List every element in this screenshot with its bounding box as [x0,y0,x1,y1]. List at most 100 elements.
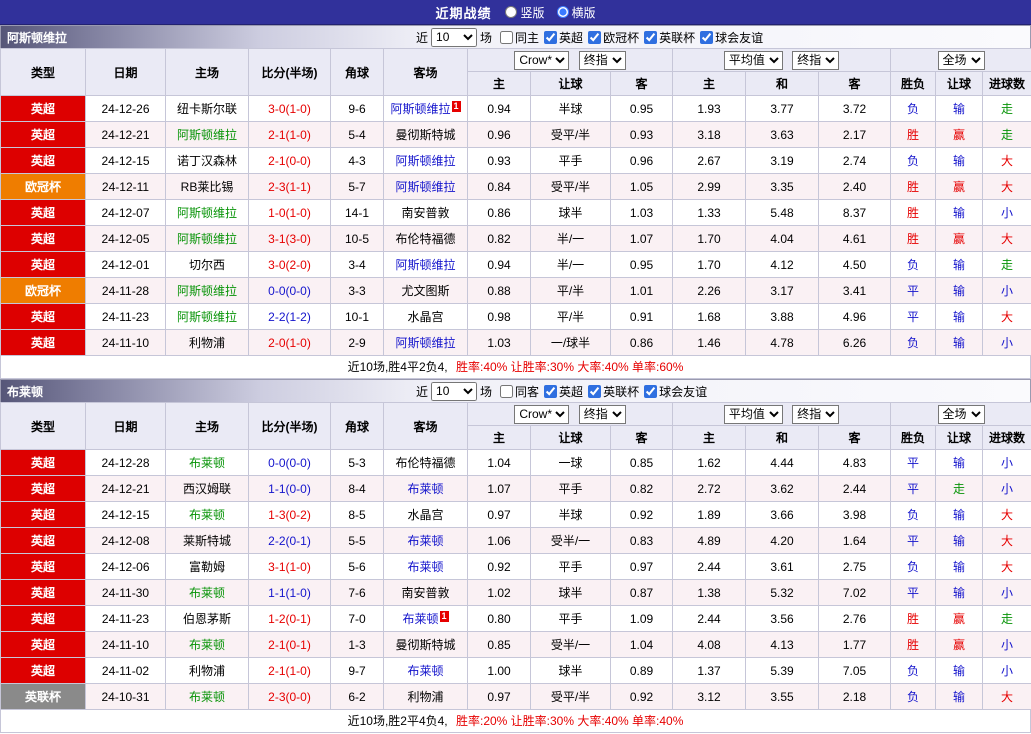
col-header-score: 比分(半场) [248,402,331,450]
away-team-cell: 布莱顿 [383,553,468,580]
handicap-result-cell: 输 [935,329,984,356]
filter-checkbox-input[interactable] [500,30,514,44]
date-cell: 24-12-26 [85,95,166,122]
scope-select[interactable]: 全场 [937,50,985,70]
euro-odds-time-select[interactable]: 终指 [792,50,840,70]
filter-checkbox-input[interactable] [700,30,714,44]
asia-odds-time-select[interactable]: 终指 [578,404,626,424]
handicap-cell: 受平/半 [530,121,611,148]
euro-away-odds-cell: 4.96 [818,303,892,330]
asia-away-odds-cell: 0.86 [609,329,674,356]
euro-odds-source-select[interactable]: 平均值 [723,404,783,424]
team-section: 布莱顿 近 10 场 同客 英超 英联杯 球会友谊 类型 日期 主场 比分(半场) [0,379,1031,733]
home-team-cell: 诺丁汉森林 [165,147,249,174]
league-cell: 英超 [0,449,86,476]
away-team-cell: 布莱顿 [383,475,468,502]
corners-cell: 1-3 [330,631,384,658]
layout-radio-input[interactable] [505,6,518,18]
corners-cell: 5-6 [330,553,384,580]
handicap-result-cell: 走 [935,475,984,502]
match-count-select[interactable]: 10 [431,381,478,401]
score-cell: 2-1(0-0) [248,147,331,174]
filter-checkbox-input[interactable] [500,384,514,398]
filter-checkbox[interactable]: 英超 [539,383,583,400]
title-bar: 近期战绩 竖版 横版 [0,0,1031,25]
match-row: 英超 24-11-10 利物浦 2-0(1-0) 2-9 阿斯顿维拉 1.03 一/球半 0.8… [0,329,1031,356]
match-row: 英超 24-11-30 布莱顿 1-1(1-0) 7-6 南安普敦 1.02 球半 0.87 1.… [0,579,1031,606]
euro-away-odds-cell: 2.44 [818,475,892,502]
filter-checkbox-input[interactable] [644,30,658,44]
euro-home-odds-cell: 2.72 [672,475,747,502]
asia-home-odds-cell: 1.07 [467,475,531,502]
result-cell: 负 [890,683,937,710]
layout-radio-input[interactable] [556,6,569,18]
handicap-result-cell: 输 [935,579,984,606]
filter-checkbox-input[interactable] [644,384,658,398]
euro-draw-odds-cell: 3.77 [745,95,820,122]
asia-odds-source-select[interactable]: Crow* [514,50,570,70]
filter-checkbox-input[interactable] [544,384,558,398]
asia-odds-time-select[interactable]: 终指 [578,50,626,70]
date-cell: 24-12-28 [85,449,166,476]
filter-bar: 近 10 场 同客 英超 英联杯 球会友谊 [416,381,707,401]
result-cell: 负 [890,147,937,174]
goals-result-cell: 走 [982,605,1031,632]
asia-away-odds-cell: 0.91 [609,303,674,330]
filter-checkbox[interactable]: 同主 [495,29,539,46]
filter-checkbox[interactable]: 英联杯 [639,29,695,46]
result-cell: 负 [890,553,937,580]
euro-home-odds-cell: 1.93 [672,95,747,122]
goals-result-cell: 小 [982,475,1031,502]
euro-draw-odds-cell: 4.04 [745,225,820,252]
euro-odds-time-select[interactable]: 终指 [792,404,840,424]
asia-away-odds-cell: 0.92 [609,501,674,528]
handicap-cell: 平手 [530,475,611,502]
goals-result-cell: 小 [982,449,1031,476]
asia-odds-source-select[interactable]: Crow* [514,404,570,424]
away-team-cell: 阿斯顿维拉 [383,329,468,356]
filter-checkbox[interactable]: 球会友谊 [695,29,763,46]
home-team-cell: 布莱顿 [165,683,249,710]
filter-checkbox[interactable]: 英超 [539,29,583,46]
euro-away-odds-cell: 2.75 [818,553,892,580]
layout-radio[interactable]: 横版 [556,4,596,21]
match-count-select[interactable]: 10 [431,27,478,47]
handicap-result-cell: 输 [935,553,984,580]
away-team-cell: 阿斯顿维拉 [383,251,468,278]
away-team-cell: 布伦特福德 [383,225,468,252]
corners-cell: 5-4 [330,121,384,148]
handicap-result-cell: 输 [935,527,984,554]
col-header-euro-draw: 和 [745,425,820,450]
score-cell: 2-1(1-0) [248,121,331,148]
league-cell: 英超 [0,475,86,502]
euro-odds-source-select[interactable]: 平均值 [723,50,783,70]
layout-radio[interactable]: 竖版 [505,4,545,21]
filter-checkbox[interactable]: 同客 [495,383,539,400]
home-team-cell: 西汉姆联 [165,475,249,502]
filter-checkbox-input[interactable] [588,30,602,44]
handicap-cell: 平手 [530,553,611,580]
league-cell: 欧冠杯 [0,277,86,304]
filter-checkbox[interactable]: 欧冠杯 [583,29,639,46]
filter-checkbox-label: 球会友谊 [659,384,708,399]
euro-away-odds-cell: 2.40 [818,173,892,200]
goals-result-cell: 小 [982,277,1031,304]
result-cell: 负 [890,251,937,278]
scope-select[interactable]: 全场 [937,404,985,424]
filter-checkbox-input[interactable] [588,384,602,398]
away-team-cell: 阿斯顿维拉 [383,173,468,200]
asia-odds-controls: Crow* 终指 [466,402,674,426]
result-cell: 胜 [890,225,937,252]
filter-checkbox[interactable]: 英联杯 [583,383,639,400]
filter-checkbox[interactable]: 球会友谊 [639,383,707,400]
col-header-goals-result: 进球数 [982,71,1031,96]
col-header-score: 比分(半场) [248,48,331,96]
asia-away-odds-cell: 0.83 [609,527,674,554]
filter-checkbox-input[interactable] [544,30,558,44]
euro-draw-odds-cell: 4.12 [745,251,820,278]
goals-result-cell: 大 [982,147,1031,174]
score-cell: 2-1(1-0) [248,657,331,684]
asia-home-odds-cell: 1.00 [467,657,531,684]
handicap-cell: 受平/半 [530,173,611,200]
handicap-result-cell: 输 [935,683,984,710]
